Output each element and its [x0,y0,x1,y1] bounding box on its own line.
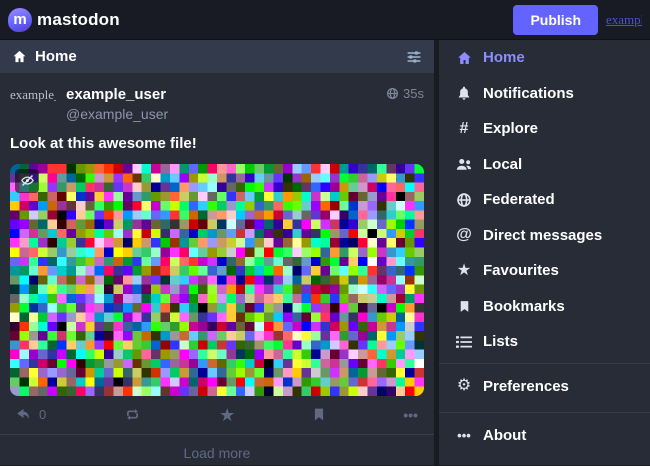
attachment-canvas [10,164,424,396]
favourite-button[interactable]: ★ [219,406,235,424]
bell-icon [454,85,474,101]
sidebar-item-bookmarks[interactable]: Bookmarks [439,289,650,325]
main-layout: Home example_user example_user @example_… [0,40,650,465]
column-header[interactable]: Home [0,40,434,73]
status-action-bar: 0 ★ ••• [10,396,424,434]
boost-icon [123,406,142,423]
avatar[interactable]: example_user [10,86,56,132]
home-icon [454,50,474,66]
ellipsis-icon: ••• [454,429,474,442]
sidebar-item-about[interactable]: ••• About [439,413,650,458]
ellipsis-icon: ••• [403,408,418,422]
home-icon [12,49,27,64]
boost-button[interactable] [123,406,142,423]
more-options-button[interactable]: ••• [403,408,418,422]
sidebar-item-label: Local [483,156,522,173]
timestamp-text: 35s [403,86,424,101]
reply-button[interactable]: 0 [14,406,46,423]
bookmark-icon [454,299,474,314]
list-icon [454,335,474,349]
star-icon: ★ [219,406,235,424]
sidebar-item-favourites[interactable]: ★ Favourites [439,253,650,289]
sidebar-item-lists[interactable]: Lists [439,324,650,360]
status-post: example_user example_user @example_user … [0,73,434,434]
top-bar: m mastodon Publish example_user [0,0,650,40]
sidebar-item-notifications[interactable]: Notifications [439,76,650,112]
mastodon-app: m mastodon Publish example_user Home exa… [0,0,650,466]
sidebar-item-label: Federated [483,191,555,208]
hide-media-button[interactable] [15,169,39,193]
sidebar-item-home[interactable]: Home [439,40,650,76]
bookmark-button[interactable] [312,406,326,423]
account-names[interactable]: example_user @example_user [66,86,386,122]
sidebar-item-local[interactable]: Local [439,147,650,183]
sidebar-item-label: About [483,427,526,444]
sidebar-item-label: Lists [483,333,518,350]
star-icon: ★ [454,263,474,279]
at-icon: @ [454,227,474,243]
sidebar-item-label: Home [483,49,525,66]
mastodon-logo-icon: m [8,8,32,32]
status-header: example_user example_user @example_user … [10,86,424,132]
sidebar-item-label: Favourites [483,262,559,279]
sidebar-item-direct-messages[interactable]: @ Direct messages [439,218,650,254]
eye-slash-icon [20,173,35,188]
sidebar-item-federated[interactable]: Federated [439,182,650,218]
sidebar-item-label: Explore [483,120,538,137]
users-icon [454,157,474,172]
mastodon-wordmark: mastodon [37,10,120,30]
column-title: Home [35,48,398,65]
mastodon-logo[interactable]: m mastodon [8,8,120,32]
timestamp[interactable]: 35s [386,86,424,101]
status-content: Look at this awesome file! [10,134,424,154]
publish-button[interactable]: Publish [513,5,598,35]
sidebar-item-preferences[interactable]: ⚙ Preferences [439,364,650,409]
navigation-sidebar: Home Notifications # Explore Local [439,40,650,465]
account-handle: @example_user [66,106,386,122]
display-name: example_user [66,86,386,103]
reply-count: 0 [39,407,46,422]
gear-icon: ⚙ [454,378,474,394]
sidebar-item-label: Notifications [483,85,574,102]
load-more-button[interactable]: Load more [0,434,434,466]
sidebar-item-label: Preferences [483,378,569,395]
globe-icon [454,192,474,208]
hash-icon: # [454,121,474,137]
media-attachment[interactable] [10,164,424,396]
sidebar-item-explore[interactable]: # Explore [439,111,650,147]
reply-icon [14,406,33,423]
account-link[interactable]: example_user [606,12,642,28]
sidebar-item-label: Bookmarks [483,298,565,315]
home-column: Home example_user example_user @example_… [0,40,434,465]
public-globe-icon [386,87,399,100]
sidebar-item-label: Direct messages [483,227,602,244]
column-settings-icon[interactable] [406,49,422,65]
bookmark-icon [312,406,326,423]
